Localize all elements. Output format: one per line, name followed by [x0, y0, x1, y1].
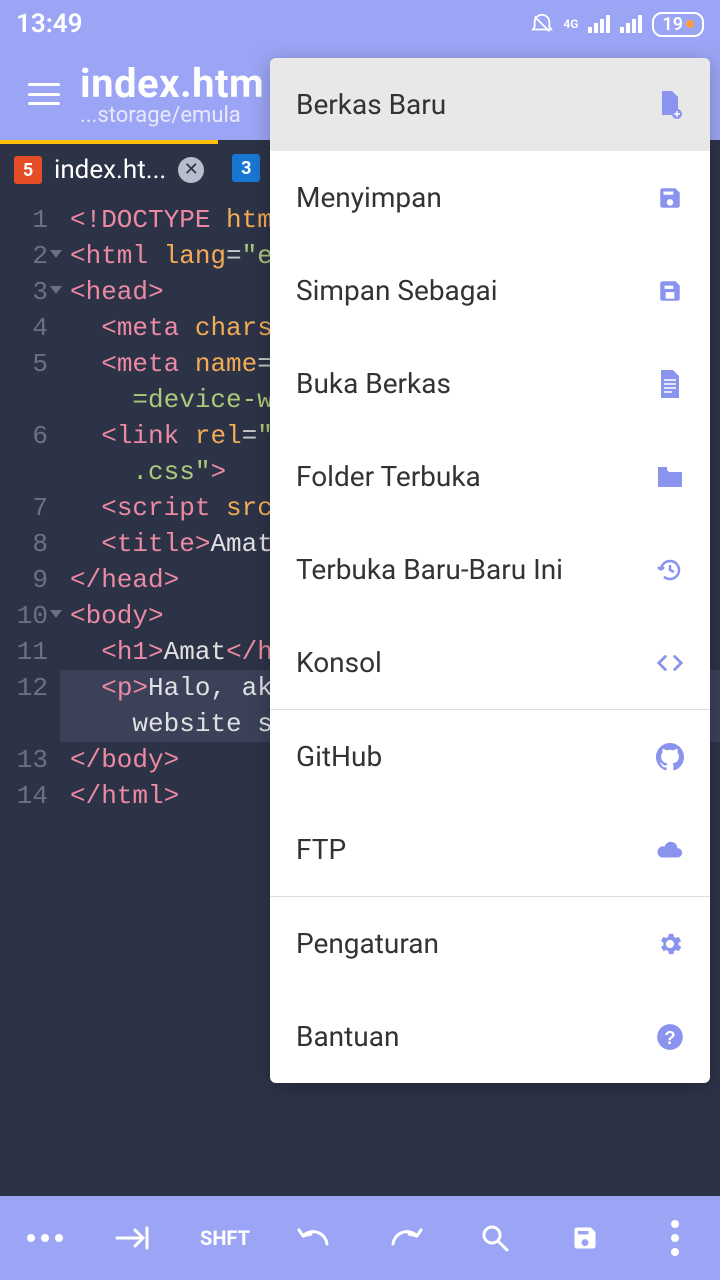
menu-item-github[interactable]: GitHub [270, 710, 710, 803]
css3-icon: 3 [232, 154, 260, 182]
menu-item-gear[interactable]: Pengaturan [270, 897, 710, 990]
save-icon [656, 184, 684, 212]
tab-indent-button[interactable] [105, 1208, 165, 1268]
tab-index-html[interactable]: 5 index.ht... ✕ [0, 140, 218, 196]
code-icon [656, 649, 684, 677]
menu-item-label: Simpan Sebagai [296, 274, 498, 307]
menu-item-label: Bantuan [296, 1020, 399, 1053]
dots-horizontal-icon [27, 1234, 63, 1242]
main-dropdown-menu: Berkas Baru Menyimpan Simpan Sebagai Buka B… [270, 58, 710, 1083]
status-time: 13:49 [16, 9, 531, 39]
document-icon [656, 370, 684, 398]
help-icon: ? [656, 1023, 684, 1051]
file-title: index.htm [80, 60, 264, 107]
menu-item-label: Buka Berkas [296, 367, 451, 400]
menu-item-label: Konsol [296, 646, 382, 679]
menu-item-save[interactable]: Menyimpan [270, 151, 710, 244]
menu-item-label: FTP [296, 833, 346, 866]
shift-button[interactable]: SHFT [195, 1208, 255, 1268]
tab-css[interactable]: 3 [218, 140, 274, 196]
undo-icon [297, 1226, 333, 1250]
mute-icon [531, 13, 553, 35]
menu-item-folder[interactable]: Folder Terbuka [270, 430, 710, 523]
gear-icon [656, 930, 684, 958]
redo-button[interactable] [375, 1208, 435, 1268]
folder-icon [656, 463, 684, 491]
tab-label: index.ht... [54, 155, 166, 185]
menu-item-document[interactable]: Buka Berkas [270, 337, 710, 430]
battery-indicator: 19 [652, 12, 704, 37]
github-icon [656, 743, 684, 771]
save-button[interactable] [555, 1208, 615, 1268]
menu-item-label: Pengaturan [296, 927, 439, 960]
menu-item-label: Folder Terbuka [296, 460, 481, 493]
menu-button[interactable] [16, 66, 72, 122]
redo-icon [387, 1226, 423, 1250]
search-icon [480, 1223, 510, 1253]
dots-vertical-icon [671, 1220, 679, 1256]
title-block: index.htm ...storage/emula [80, 60, 264, 128]
status-icons: 4G 19 [531, 12, 704, 37]
save-as-icon [656, 277, 684, 305]
status-bar: 13:49 4G 19 [0, 0, 720, 48]
line-gutter: 1234567891011121314 [0, 196, 60, 1196]
undo-button[interactable] [285, 1208, 345, 1268]
menu-item-label: GitHub [296, 740, 382, 773]
html5-icon: 5 [14, 156, 42, 184]
history-icon [656, 556, 684, 584]
menu-item-label: Terbuka Baru-Baru Ini [296, 553, 563, 586]
menu-item-code[interactable]: Konsol [270, 616, 710, 709]
file-path: ...storage/emula [80, 103, 264, 128]
signal-icon-2 [620, 15, 642, 33]
search-button[interactable] [465, 1208, 525, 1268]
cloud-icon [656, 836, 684, 864]
menu-item-label: Menyimpan [296, 181, 442, 214]
file-new-icon [656, 91, 684, 119]
svg-text:?: ? [664, 1027, 675, 1048]
menu-item-label: Berkas Baru [296, 88, 446, 121]
overflow-button[interactable] [645, 1208, 705, 1268]
bottom-toolbar: SHFT [0, 1196, 720, 1280]
tab-arrow-icon [115, 1223, 155, 1253]
menu-item-history[interactable]: Terbuka Baru-Baru Ini [270, 523, 710, 616]
hamburger-icon [28, 83, 60, 105]
save-icon [571, 1224, 599, 1252]
menu-item-save-as[interactable]: Simpan Sebagai [270, 244, 710, 337]
tab-close-button[interactable]: ✕ [178, 157, 204, 183]
menu-item-file-new[interactable]: Berkas Baru [270, 58, 710, 151]
menu-item-help[interactable]: Bantuan? [270, 990, 710, 1083]
menu-item-cloud[interactable]: FTP [270, 803, 710, 896]
signal-icon [588, 15, 610, 33]
network-label: 4G [563, 17, 578, 31]
more-button[interactable] [15, 1208, 75, 1268]
